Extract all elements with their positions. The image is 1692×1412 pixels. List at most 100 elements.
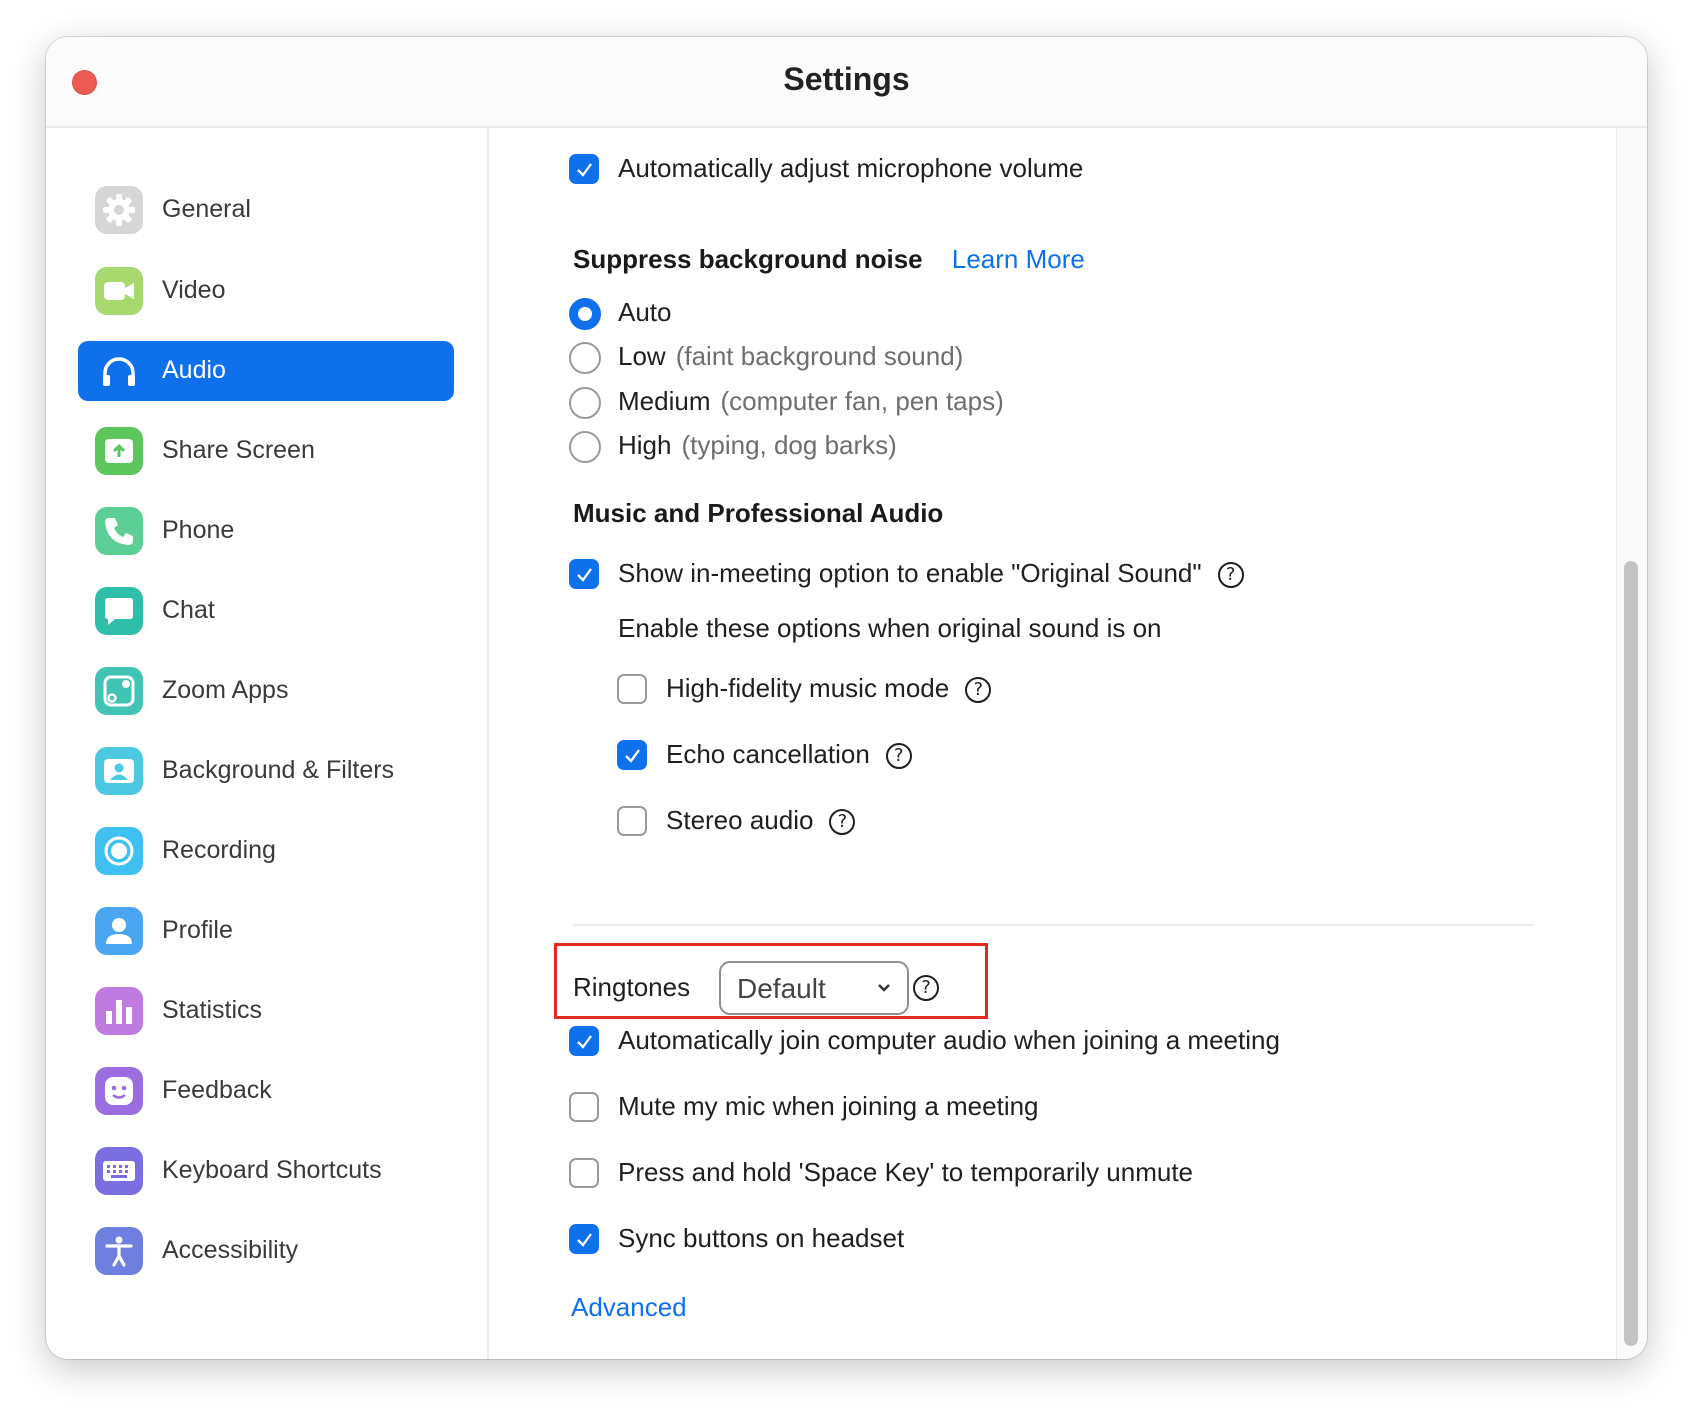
- sidebar-item-phone[interactable]: Phone: [78, 501, 454, 561]
- sidebar-item-recording[interactable]: Recording: [78, 821, 454, 881]
- mute-mic-label: Mute my mic when joining a meeting: [618, 1091, 1039, 1121]
- advanced-link[interactable]: Advanced: [571, 1292, 687, 1323]
- sidebar-item-label: Profile: [162, 916, 233, 944]
- zoom-apps-icon: [95, 667, 143, 715]
- space-key-unmute-checkbox[interactable]: [569, 1158, 599, 1188]
- sync-headset-label: Sync buttons on headset: [618, 1223, 905, 1253]
- stereo-audio-label: Stereo audio: [666, 805, 814, 835]
- noise-option-name: Medium: [618, 386, 711, 416]
- noise-medium-radio[interactable]: [569, 387, 601, 419]
- chat-bubble-icon: [95, 587, 143, 635]
- noise-option-label: Auto: [618, 297, 672, 328]
- echo-cancellation-label: Echo cancellation: [666, 739, 870, 769]
- sidebar-item-label: Accessibility: [162, 1236, 299, 1264]
- space-key-unmute-label: Press and hold 'Space Key' to temporaril…: [618, 1157, 1194, 1187]
- chevron-down-icon: [878, 984, 890, 992]
- gear-icon: [95, 186, 143, 234]
- noise-auto-radio[interactable]: [569, 298, 601, 330]
- original-sound-checkbox[interactable]: [569, 559, 599, 589]
- sidebar-item-label: Audio: [162, 356, 226, 384]
- settings-window: Settings General Video Audio Share Scree…: [46, 37, 1647, 1359]
- sidebar-item-share-screen[interactable]: Share Screen: [78, 421, 454, 481]
- noise-option-label: Medium (computer fan, pen taps): [618, 386, 1004, 417]
- stereo-audio-checkbox[interactable]: [617, 806, 647, 836]
- stereo-audio-label-wrap: Stereo audio?: [666, 805, 856, 836]
- mute-mic-checkbox[interactable]: [569, 1092, 599, 1122]
- ringtones-label: Ringtones: [573, 972, 691, 1002]
- echo-cancellation-label-wrap: Echo cancellation?: [666, 739, 912, 770]
- noise-option-hint: (computer fan, pen taps): [720, 386, 1004, 416]
- noise-high-radio[interactable]: [569, 431, 601, 463]
- sidebar-item-profile[interactable]: Profile: [78, 901, 454, 961]
- sidebar-item-label: Statistics: [162, 996, 263, 1024]
- hifi-music-checkbox[interactable]: [617, 674, 647, 704]
- sidebar-item-label: Feedback: [162, 1076, 272, 1104]
- original-sound-label-wrap: Show in-meeting option to enable "Origin…: [618, 558, 1244, 589]
- sidebar-item-label: Share Screen: [162, 436, 315, 464]
- background-person-icon: [95, 747, 143, 795]
- learn-more-link[interactable]: Learn More: [952, 244, 1085, 274]
- sidebar-item-label: Phone: [162, 516, 235, 544]
- sidebar-item-audio[interactable]: Audio: [78, 341, 454, 401]
- noise-option-name: Low: [618, 341, 666, 371]
- auto-adjust-mic-checkbox[interactable]: [569, 154, 599, 184]
- sidebar-item-statistics[interactable]: Statistics: [78, 981, 454, 1041]
- noise-option-name: High: [618, 430, 672, 460]
- scrollbar[interactable]: [1616, 128, 1647, 1359]
- sidebar-item-video[interactable]: Video: [78, 261, 454, 321]
- help-icon[interactable]: ?: [965, 677, 992, 704]
- sidebar-item-background-filters[interactable]: Background & Filters: [78, 741, 454, 801]
- noise-option-hint: (typing, dog barks): [681, 430, 897, 460]
- auto-join-audio-label: Automatically join computer audio when j…: [618, 1025, 1280, 1055]
- ringtones-help-icon[interactable]: ?: [913, 975, 939, 1001]
- title-bar: Settings: [46, 37, 1647, 128]
- video-camera-icon: [95, 267, 143, 315]
- sidebar-item-feedback[interactable]: Feedback: [78, 1061, 454, 1121]
- sync-headset-checkbox[interactable]: [569, 1224, 599, 1254]
- sidebar-item-label: Keyboard Shortcuts: [162, 1156, 382, 1184]
- sidebar-item-label: Recording: [162, 836, 276, 864]
- sidebar-item-label: Zoom Apps: [162, 676, 289, 704]
- suppress-noise-title: Suppress background noise: [573, 244, 923, 274]
- headphones-icon: [95, 347, 143, 395]
- original-sound-subheading: Enable these options when original sound…: [618, 613, 1162, 643]
- music-audio-heading: Music and Professional Audio: [573, 498, 944, 528]
- keyboard-icon: [95, 1147, 143, 1195]
- sidebar-item-accessibility[interactable]: Accessibility: [78, 1221, 454, 1281]
- smiley-face-icon: [95, 1067, 143, 1115]
- suppress-noise-heading: Suppress background noise Learn More: [573, 244, 1085, 275]
- noise-option-hint: (faint background sound): [675, 341, 964, 371]
- hifi-music-label: High-fidelity music mode: [666, 673, 950, 703]
- share-screen-icon: [95, 427, 143, 475]
- statistics-bars-icon: [95, 987, 143, 1035]
- noise-option-label: High (typing, dog barks): [618, 430, 897, 461]
- auto-join-audio-checkbox[interactable]: [569, 1026, 599, 1056]
- sidebar-item-label: General: [162, 195, 251, 223]
- auto-adjust-mic-label: Automatically adjust microphone volume: [618, 153, 1084, 183]
- original-sound-label: Show in-meeting option to enable "Origin…: [618, 558, 1202, 588]
- phone-icon: [95, 507, 143, 555]
- sidebar: General Video Audio Share Screen Phone C…: [46, 128, 489, 1359]
- scrollbar-thumb[interactable]: [1624, 561, 1638, 1346]
- sidebar-item-zoom-apps[interactable]: Zoom Apps: [78, 661, 454, 721]
- noise-option-label: Low (faint background sound): [618, 341, 963, 372]
- sidebar-item-general[interactable]: General: [78, 180, 454, 240]
- help-icon[interactable]: ?: [829, 809, 856, 836]
- accessibility-person-icon: [95, 1227, 143, 1275]
- profile-icon: [95, 907, 143, 955]
- sidebar-item-label: Video: [162, 276, 226, 304]
- sidebar-item-keyboard-shortcuts[interactable]: Keyboard Shortcuts: [78, 1141, 454, 1201]
- ringtones-selected-value: Default: [737, 973, 826, 1004]
- window-title: Settings: [783, 61, 910, 97]
- ringtones-dropdown[interactable]: Default: [719, 961, 909, 1015]
- sidebar-item-label: Chat: [162, 596, 215, 624]
- sidebar-item-chat[interactable]: Chat: [78, 581, 454, 641]
- noise-low-radio[interactable]: [569, 342, 601, 374]
- section-divider: [573, 924, 1534, 926]
- audio-settings-panel: Automatically adjust microphone volume S…: [489, 128, 1647, 1359]
- hifi-music-label-wrap: High-fidelity music mode?: [666, 673, 992, 704]
- help-icon[interactable]: ?: [1217, 562, 1244, 589]
- echo-cancellation-checkbox[interactable]: [617, 740, 647, 770]
- help-icon[interactable]: ?: [885, 743, 912, 770]
- noise-option-name: Auto: [618, 297, 672, 327]
